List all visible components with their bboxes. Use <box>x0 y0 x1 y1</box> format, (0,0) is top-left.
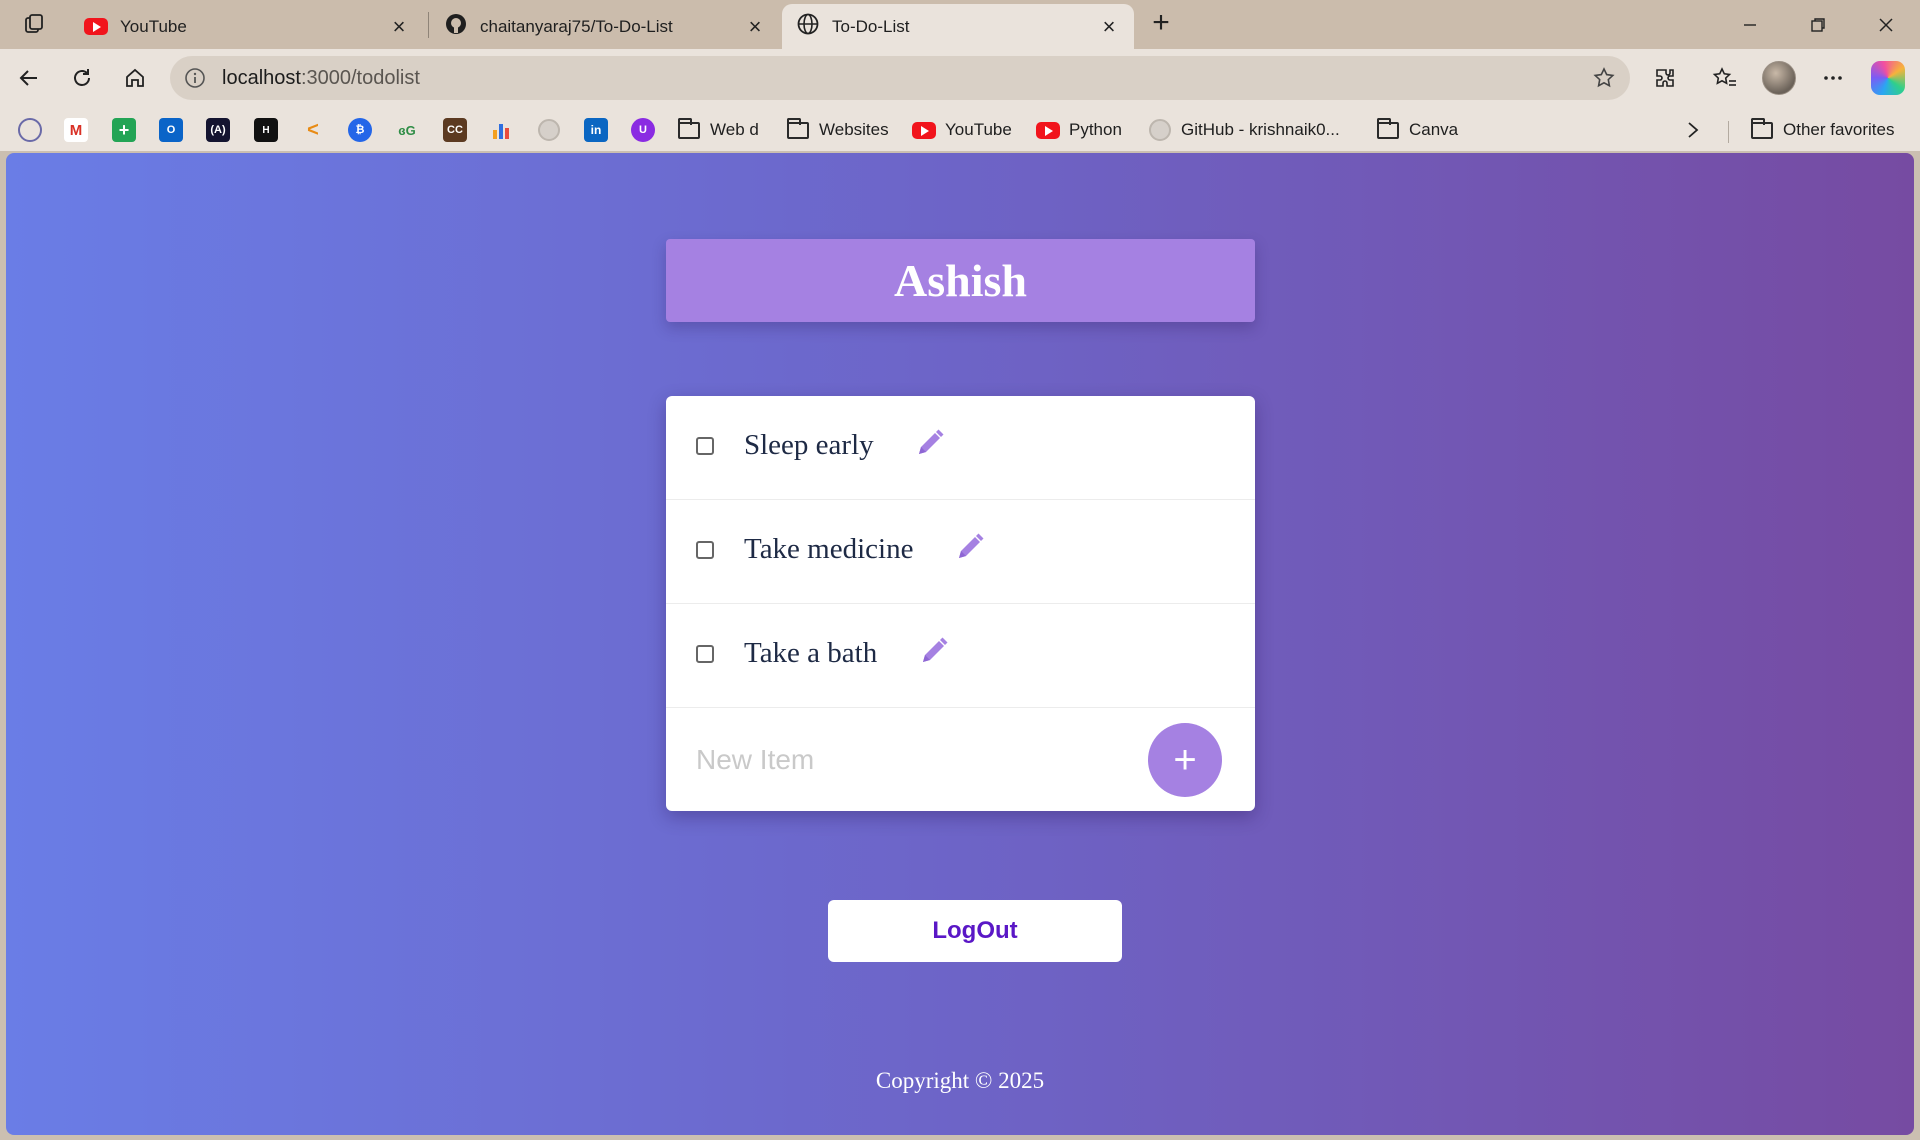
url-path: :3000/todolist <box>300 67 420 89</box>
todo-item: Take a bath <box>666 604 1255 708</box>
back-icon[interactable] <box>12 61 46 95</box>
bookmark-folder-canva[interactable]: Canva <box>1376 117 1458 143</box>
bookmark-label: Web d <box>710 120 759 139</box>
chevron-right-icon[interactable] <box>1686 117 1700 143</box>
close-icon[interactable]: × <box>388 14 410 39</box>
tab-title: YouTube <box>120 16 187 36</box>
bookmark-label: Websites <box>819 120 889 139</box>
new-item-input[interactable] <box>696 738 1116 782</box>
hackerrank-icon[interactable]: H <box>254 118 278 142</box>
todo-label: Take a bath <box>744 637 878 669</box>
minimize-icon[interactable] <box>1725 8 1775 42</box>
bookmark-folder-web-d[interactable]: Web d <box>677 117 759 143</box>
geeksforgeeks-icon[interactable]: ɞG <box>395 118 419 142</box>
footer-copyright: Copyright © 2025 <box>875 1068 1045 1093</box>
home-icon[interactable] <box>118 61 152 95</box>
outlook-icon[interactable]: O <box>159 118 183 142</box>
pencil-icon[interactable] <box>917 634 951 668</box>
bookmark-blue-icon[interactable]: ₿ <box>348 118 372 142</box>
tab-todolist[interactable]: To-Do-List × <box>782 4 1134 49</box>
bookmark-folder-other-favorites[interactable]: Other favorites <box>1750 117 1895 143</box>
bookmark-github[interactable]: GitHub - krishnaik0... <box>1148 117 1340 143</box>
bookmark-label: Python <box>1069 120 1122 139</box>
favorite-star-icon[interactable] <box>1592 66 1616 90</box>
bookmark-folder-websites[interactable]: Websites <box>786 117 889 143</box>
url-host: localhost <box>222 67 301 89</box>
logout-button[interactable]: LogOut <box>828 900 1122 962</box>
browser-toolbar: localhost:3000/todolist <box>0 49 1920 107</box>
refresh-icon[interactable] <box>65 61 99 95</box>
address-bar[interactable]: localhost:3000/todolist <box>170 56 1630 100</box>
new-tab-icon[interactable]: + <box>1146 8 1176 38</box>
url-text: localhost:3000/todolist <box>222 67 420 90</box>
bookmark-site-icon[interactable] <box>18 118 42 142</box>
analytics-icon[interactable] <box>490 118 514 142</box>
youtube-icon <box>84 18 108 35</box>
bookmarks-bar: M + O (A) H < ₿ ɞG CC in U Web d Website… <box>0 107 1920 151</box>
page-viewport: Ashish Sleep early Take medicine Take a … <box>6 153 1914 1135</box>
profile-avatar[interactable] <box>1762 61 1796 95</box>
tab-title: chaitanyaraj75/To-Do-List <box>480 16 673 36</box>
extensions-icon[interactable] <box>1648 61 1682 95</box>
todo-label: Take medicine <box>744 533 914 565</box>
tab-strip: YouTube × chaitanyaraj75/To-Do-List × To… <box>0 0 1920 49</box>
tab-youtube[interactable]: YouTube × <box>70 4 424 49</box>
close-icon[interactable]: × <box>744 14 766 39</box>
todo-checkbox[interactable] <box>696 645 714 663</box>
pencil-icon[interactable] <box>913 426 947 460</box>
github-icon <box>444 12 468 41</box>
linkedin-icon[interactable]: in <box>584 118 608 142</box>
leetcode-icon[interactable]: < <box>301 118 325 142</box>
bookmark-label: Other favorites <box>1783 120 1895 139</box>
tab-github[interactable]: chaitanyaraj75/To-Do-List × <box>430 4 780 49</box>
folder-icon <box>677 117 701 140</box>
close-icon[interactable]: × <box>1098 14 1120 39</box>
youtube-icon <box>912 120 936 140</box>
favorites-icon[interactable] <box>1708 61 1742 95</box>
todo-checkbox[interactable] <box>696 437 714 455</box>
todo-item: Sleep early <box>666 396 1255 500</box>
add-item-button[interactable]: + <box>1148 723 1222 797</box>
todo-card: Sleep early Take medicine Take a bath + <box>666 396 1255 811</box>
github-icon[interactable] <box>537 118 561 142</box>
codechef-icon[interactable]: CC <box>443 118 467 142</box>
workspaces-icon[interactable] <box>20 11 50 37</box>
bookmark-label: GitHub - krishnaik0... <box>1181 120 1340 139</box>
more-options-icon[interactable] <box>1816 61 1850 95</box>
bookmark-python[interactable]: Python <box>1036 117 1122 143</box>
folder-icon <box>1376 117 1400 140</box>
bookmark-label: YouTube <box>945 120 1012 139</box>
youtube-icon <box>1036 120 1060 140</box>
code-site-icon[interactable]: (A) <box>206 118 230 142</box>
todo-label: Sleep early <box>744 429 874 461</box>
close-window-icon[interactable] <box>1861 8 1911 42</box>
bookmark-label: Canva <box>1409 120 1459 139</box>
info-icon[interactable] <box>184 67 206 89</box>
bookmark-youtube[interactable]: YouTube <box>912 117 1012 143</box>
globe-icon <box>796 12 820 41</box>
tab-separator <box>428 12 429 38</box>
new-item-row: + <box>666 708 1255 811</box>
todo-checkbox[interactable] <box>696 541 714 559</box>
todo-item: Take medicine <box>666 500 1255 604</box>
gmail-icon[interactable]: M <box>64 118 88 142</box>
copilot-icon[interactable] <box>1871 61 1905 95</box>
folder-icon <box>1750 117 1774 140</box>
tab-title: To-Do-List <box>832 16 910 36</box>
pencil-icon[interactable] <box>953 530 987 564</box>
bookmarks-separator <box>1728 121 1729 143</box>
folder-icon <box>786 117 810 140</box>
sheets-icon[interactable]: + <box>112 118 136 142</box>
list-heading-box: Ashish <box>666 239 1255 322</box>
github-icon <box>1148 119 1172 141</box>
restore-icon[interactable] <box>1793 8 1843 42</box>
bookmark-purple-icon[interactable]: U <box>631 118 655 142</box>
list-title: Ashish <box>894 255 1027 306</box>
